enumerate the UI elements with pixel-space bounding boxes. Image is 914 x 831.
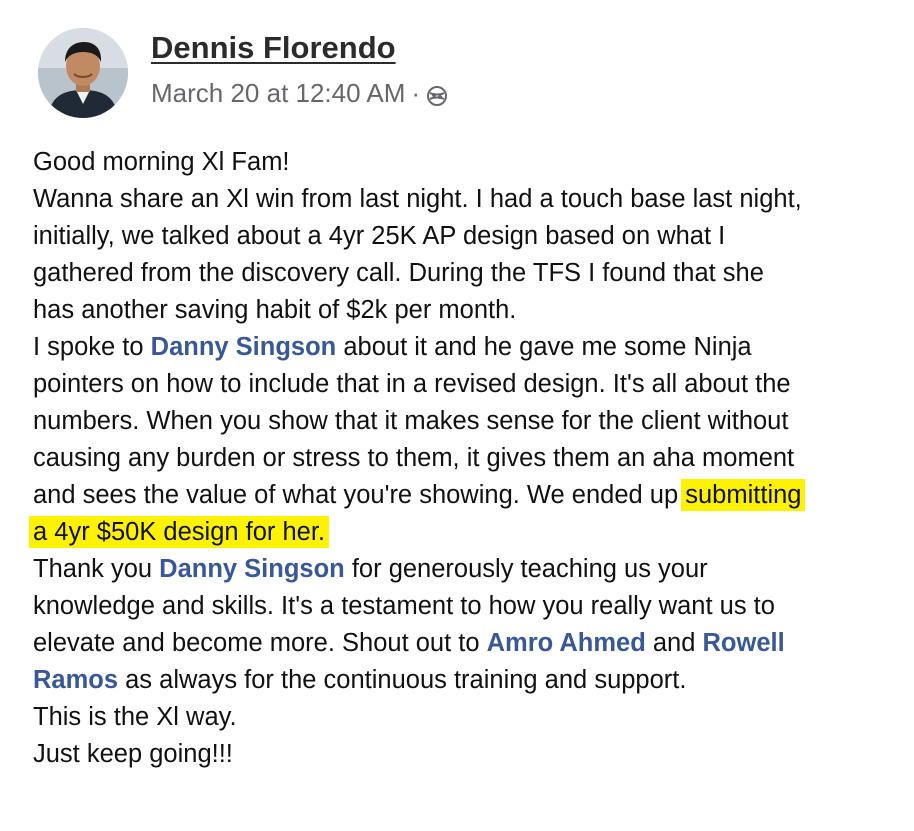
post-line: Thank you Danny Singson for generously t… — [33, 551, 893, 588]
post-text: Good morning Xl Fam! — [33, 148, 290, 176]
mention-danny-singson[interactable]: Danny Singson — [159, 555, 345, 583]
post-meta: March 20 at 12:40 AM · — [151, 78, 448, 109]
post-text: has another saving habit of $2k per mont… — [33, 296, 517, 324]
post-line: gathered from the discovery call. During… — [33, 255, 893, 292]
post-text: causing any burden or stress to them, it… — [33, 444, 795, 472]
highlighted-text: a 4yr $50K design for her. — [29, 516, 330, 548]
post-text: gathered from the discovery call. During… — [33, 259, 764, 287]
post-text: pointers on how to include that in a rev… — [33, 370, 791, 398]
post-timestamp[interactable]: March 20 at 12:40 AM — [151, 78, 405, 109]
post-text: elevate and become more. Shout out to — [33, 629, 487, 657]
post-body: Good morning Xl Fam! Wanna share an Xl w… — [29, 144, 893, 773]
avatar-image — [38, 28, 128, 118]
post-line: causing any burden or stress to them, it… — [33, 440, 893, 477]
post-text: as always for the continuous training an… — [118, 666, 687, 694]
post-text: numbers. When you show that it makes sen… — [33, 407, 789, 435]
mention-rowell-ramos[interactable]: Rowell — [703, 629, 785, 657]
post-text: Wanna share an Xl win from last night. I… — [33, 185, 802, 213]
post-line: I spoke to Danny Singson about it and he… — [33, 329, 893, 366]
post-line: a 4yr $50K design for her. — [29, 514, 893, 551]
mention-rowell-ramos[interactable]: Ramos — [33, 666, 118, 694]
post-text: about it and he gave me some Ninja — [336, 333, 752, 361]
globe-icon[interactable] — [426, 83, 448, 106]
post-line: Ramos as always for the continuous train… — [33, 662, 893, 699]
post-line: pointers on how to include that in a rev… — [33, 366, 893, 403]
post-text: for generously teaching us your — [344, 555, 708, 583]
post-line: Wanna share an Xl win from last night. I… — [33, 181, 893, 218]
mention-amro-ahmed[interactable]: Amro Ahmed — [487, 629, 646, 657]
post-line: elevate and become more. Shout out to Am… — [33, 625, 893, 662]
post-text: and — [645, 629, 703, 657]
post-line: Just keep going!!! — [33, 736, 893, 773]
post-line: initially, we talked about a 4yr 25K AP … — [33, 218, 893, 255]
highlighted-text: submitting — [681, 479, 806, 511]
post-line: Good morning Xl Fam! — [33, 144, 893, 181]
mention-danny-singson[interactable]: Danny Singson — [151, 333, 337, 361]
post-text: Just keep going!!! — [33, 740, 233, 768]
post-text: initially, we talked about a 4yr 25K AP … — [33, 222, 726, 250]
post-line: has another saving habit of $2k per mont… — [33, 292, 893, 329]
avatar[interactable] — [38, 28, 128, 118]
post-text: I spoke to — [33, 333, 151, 361]
post-line: and sees the value of what you're showin… — [33, 477, 893, 514]
post-text: knowledge and skills. It's a testament t… — [33, 592, 775, 620]
post-text: and sees the value of what you're showin… — [33, 481, 686, 509]
post-line: numbers. When you show that it makes sen… — [33, 403, 893, 440]
post-line: This is the Xl way. — [33, 699, 893, 736]
facebook-post: Dennis Florendo March 20 at 12:40 AM · G… — [0, 0, 914, 831]
post-line: knowledge and skills. It's a testament t… — [33, 588, 893, 625]
post-text: This is the Xl way. — [33, 703, 237, 731]
author-name[interactable]: Dennis Florendo — [151, 30, 396, 66]
meta-separator: · — [411, 78, 421, 108]
post-text: Thank you — [33, 555, 160, 583]
